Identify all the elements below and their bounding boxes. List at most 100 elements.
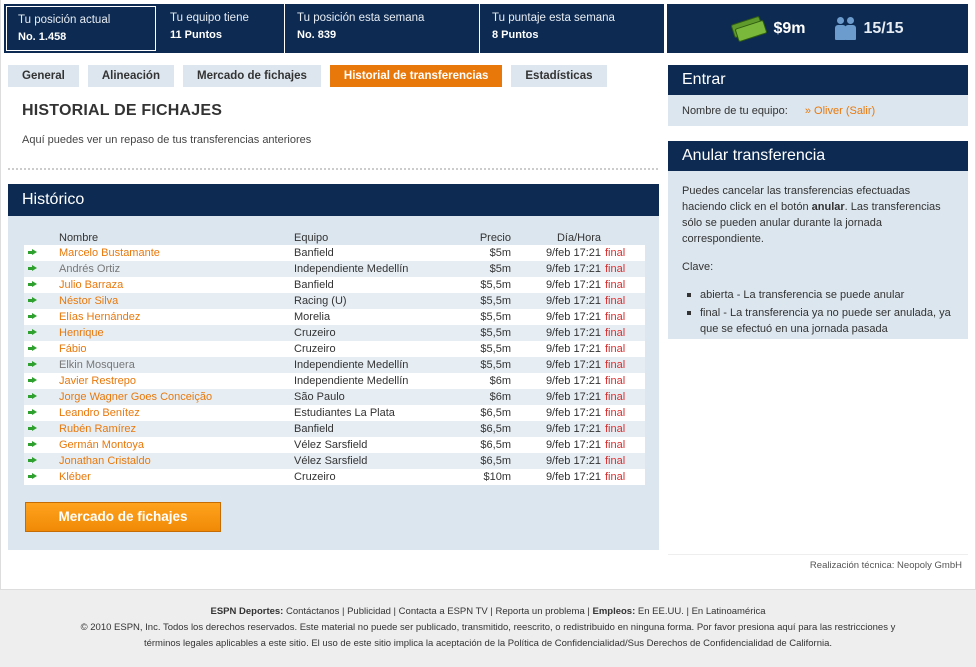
page-title: HISTORIAL DE FICHAJES bbox=[22, 102, 223, 119]
player-name-link[interactable]: Andrés Ortiz bbox=[59, 263, 120, 275]
tab-statistics[interactable]: Estadísticas bbox=[511, 65, 607, 87]
transfer-state: final bbox=[605, 471, 626, 483]
player-team: Morelia bbox=[294, 309, 459, 325]
arrow-right-icon bbox=[28, 457, 37, 464]
transfer-date: 9/feb 17:21 bbox=[513, 261, 605, 277]
player-team: Independiente Medellín bbox=[294, 373, 459, 389]
money-value: $9m bbox=[773, 19, 806, 37]
footer-link-jobs-us[interactable]: En EE.UU. bbox=[638, 606, 684, 617]
player-name-link[interactable]: Henrique bbox=[59, 327, 104, 339]
player-price: $6m bbox=[459, 373, 513, 389]
player-price: $5m bbox=[459, 245, 513, 261]
tab-transfer-history[interactable]: Historial de transferencias bbox=[329, 65, 503, 87]
transfer-state: final bbox=[605, 327, 626, 339]
history-rows: Marcelo Bustamante Banfield $5m 9/feb 17:21… bbox=[24, 245, 645, 485]
players-display: 15/15 bbox=[835, 16, 904, 41]
player-price: $5,5m bbox=[459, 325, 513, 341]
transfer-state: final bbox=[605, 311, 626, 323]
transfer-date: 9/feb 17:21 bbox=[513, 325, 605, 341]
player-name-link[interactable]: Kléber bbox=[59, 471, 91, 483]
arrow-right-icon bbox=[28, 265, 37, 272]
player-name-link[interactable]: Rubén Ramírez bbox=[59, 423, 136, 435]
transfer-date: 9/feb 17:21 bbox=[513, 373, 605, 389]
player-name-link[interactable]: Fábio bbox=[59, 343, 87, 355]
player-name-link[interactable]: Elkin Mosquera bbox=[59, 359, 135, 371]
table-row: Elías Hernández Morelia $5,5m 9/feb 17:21 fi… bbox=[24, 309, 645, 325]
player-name-link[interactable]: Germán Montoya bbox=[59, 439, 144, 451]
history-panel: Histórico Nombre Equipo Precio Día/Hora … bbox=[8, 184, 659, 550]
player-team: Banfield bbox=[294, 245, 459, 261]
stat-value: No. 1.458 bbox=[18, 31, 67, 43]
arrow-right-icon bbox=[28, 441, 37, 448]
table-row: Rubén Ramírez Banfield $6,5m 9/feb 17:21 fin… bbox=[24, 421, 645, 437]
divider bbox=[8, 168, 658, 170]
player-price: $5,5m bbox=[459, 309, 513, 325]
player-name-link[interactable]: Néstor Silva bbox=[59, 295, 118, 307]
transfer-date: 9/feb 17:21 bbox=[513, 293, 605, 309]
transfer-date: 9/feb 17:21 bbox=[513, 453, 605, 469]
player-name-link[interactable]: Marcelo Bustamante bbox=[59, 247, 160, 259]
transfer-state: final bbox=[605, 455, 626, 467]
transfer-date: 9/feb 17:21 bbox=[513, 245, 605, 261]
player-name-link[interactable]: Julio Barraza bbox=[59, 279, 123, 291]
transfer-date: 9/feb 17:21 bbox=[513, 277, 605, 293]
player-name-link[interactable]: Leandro Benítez bbox=[59, 407, 140, 419]
footer-link-espn-tv[interactable]: Contacta a ESPN TV bbox=[399, 606, 488, 617]
footer-links: ESPN Deportes: Contáctanos | Publicidad … bbox=[210, 606, 766, 617]
player-price: $6,5m bbox=[459, 405, 513, 421]
transfer-market-button[interactable]: Mercado de fichajes bbox=[25, 502, 221, 532]
transfer-state: final bbox=[605, 247, 626, 259]
transfer-state: final bbox=[605, 439, 626, 451]
transfer-state: final bbox=[605, 263, 626, 275]
login-panel: Entrar Nombre de tu equipo: » Oliver (Sa… bbox=[668, 65, 968, 126]
key-item-final: final - La transferencia ya no puede ser… bbox=[682, 305, 954, 337]
stat-label: Tu equipo tiene bbox=[170, 12, 249, 24]
player-price: $6m bbox=[459, 389, 513, 405]
player-team: Banfield bbox=[294, 421, 459, 437]
footer-link-report[interactable]: Reporta un problema bbox=[495, 606, 584, 617]
transfer-state: final bbox=[605, 295, 626, 307]
players-icon bbox=[835, 16, 857, 41]
transfer-date: 9/feb 17:21 bbox=[513, 389, 605, 405]
history-title: Histórico bbox=[8, 184, 659, 216]
tab-bar: General Alineación Mercado de fichajes H… bbox=[8, 65, 607, 87]
money-display: $9m bbox=[731, 15, 806, 42]
player-team: São Paulo bbox=[294, 389, 459, 405]
player-price: $6,5m bbox=[459, 437, 513, 453]
user-logout-link[interactable]: » Oliver (Salir) bbox=[805, 105, 875, 117]
arrow-right-icon bbox=[28, 345, 37, 352]
arrow-right-icon bbox=[28, 425, 37, 432]
player-team: Cruzeiro bbox=[294, 341, 459, 357]
stat-week-points: Tu puntaje esta semana 8 Puntos bbox=[480, 4, 665, 53]
key-label: Clave: bbox=[682, 261, 714, 273]
footer-link-jobs-latam[interactable]: En Latinoamérica bbox=[692, 606, 766, 617]
tab-lineup[interactable]: Alineación bbox=[87, 65, 174, 87]
divider bbox=[668, 554, 968, 555]
footer-link-ads[interactable]: Publicidad bbox=[347, 606, 391, 617]
money-icon bbox=[731, 15, 768, 42]
footer-jobs-label: Empleos: bbox=[592, 606, 636, 617]
player-name-link[interactable]: Elías Hernández bbox=[59, 311, 140, 323]
cancel-body: Puedes cancelar las transferencias efect… bbox=[668, 171, 968, 351]
tab-general[interactable]: General bbox=[8, 65, 79, 87]
transfer-state: final bbox=[605, 391, 626, 403]
page-intro: Aquí puedes ver un repaso de tus transfe… bbox=[22, 134, 312, 146]
credit-text: Realización técnica: Neopoly GmbH bbox=[809, 560, 962, 571]
table-row: Fábio Cruzeiro $5,5m 9/feb 17:21 final bbox=[24, 341, 645, 357]
arrow-right-icon bbox=[28, 329, 37, 336]
history-table: Nombre Equipo Precio Día/Hora Marcelo Bu… bbox=[24, 230, 645, 485]
header-team: Equipo bbox=[294, 231, 329, 244]
player-name-link[interactable]: Javier Restrepo bbox=[59, 375, 136, 387]
footer-link-contact[interactable]: Contáctanos bbox=[286, 606, 339, 617]
transfer-date: 9/feb 17:21 bbox=[513, 421, 605, 437]
cancel-title: Anular transferencia bbox=[668, 141, 968, 171]
transfer-date: 9/feb 17:21 bbox=[513, 469, 605, 485]
footer-copyright: © 2010 ESPN, Inc. Todos los derechos res… bbox=[80, 622, 896, 633]
arrow-right-icon bbox=[28, 281, 37, 288]
player-price: $6,5m bbox=[459, 421, 513, 437]
tab-transfer-market[interactable]: Mercado de fichajes bbox=[182, 65, 321, 87]
transfer-state: final bbox=[605, 343, 626, 355]
table-row: Marcelo Bustamante Banfield $5m 9/feb 17:21… bbox=[24, 245, 645, 261]
player-name-link[interactable]: Jorge Wagner Goes Conceição bbox=[59, 391, 212, 403]
player-name-link[interactable]: Jonathan Cristaldo bbox=[59, 455, 151, 467]
